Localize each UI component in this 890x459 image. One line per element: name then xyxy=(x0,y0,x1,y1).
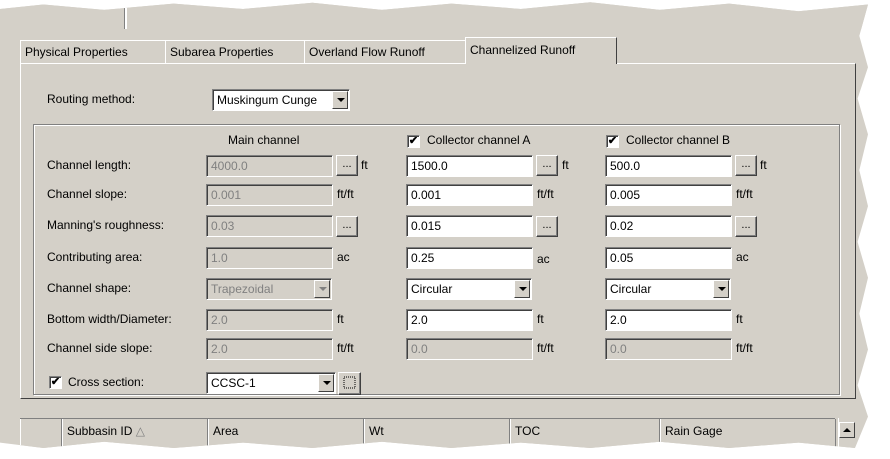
collector-a-shape-value: Circular xyxy=(411,282,453,296)
unit-label: ft xyxy=(736,312,743,326)
tab-label: Overland Flow Runoff xyxy=(309,45,425,59)
collector-b-area-field[interactable]: 0.05 xyxy=(605,247,732,269)
unit-label: ft xyxy=(337,312,344,326)
scroll-up-arrow-icon[interactable] xyxy=(839,422,855,438)
channel-length-label: Channel length: xyxy=(47,158,132,172)
collector-b-side-slope-field[interactable]: 0.0 xyxy=(605,338,732,360)
chevron-down-icon[interactable] xyxy=(318,374,334,392)
main-channel-manning-browse-button[interactable]: ... xyxy=(336,216,358,237)
column-header-rain-gage[interactable]: Rain Gage xyxy=(660,419,836,447)
main-channel-shape-select[interactable]: Trapezoidal xyxy=(206,278,332,300)
routing-method-label: Routing method: xyxy=(47,92,136,106)
unit-label: ft xyxy=(537,312,544,326)
tab-subarea-properties[interactable]: Subarea Properties xyxy=(165,40,305,63)
grid-scrollbar[interactable] xyxy=(838,418,855,448)
side-slope-label: Channel side slope: xyxy=(47,341,153,355)
cross-section-value: CCSC-1 xyxy=(211,376,256,390)
main-channel-length-field[interactable]: 4000.0 xyxy=(206,155,333,177)
row-selector-header xyxy=(20,419,62,447)
column-header-label: Area xyxy=(213,424,239,438)
collector-b-length-field[interactable]: 500.0 xyxy=(605,155,732,177)
collector-a-length-field[interactable]: 1500.0 xyxy=(406,155,533,177)
unit-label: ft/ft xyxy=(537,187,554,201)
chevron-down-icon[interactable] xyxy=(332,91,348,109)
cross-section-editor-button[interactable] xyxy=(338,372,361,395)
chevron-down-icon[interactable] xyxy=(314,280,330,298)
cross-section-checkbox[interactable]: ✔ xyxy=(49,376,62,389)
collector-a-manning-browse-button[interactable]: ... xyxy=(536,216,558,237)
main-channel-header: Main channel xyxy=(228,133,300,147)
main-channel-side-slope-field[interactable]: 2.0 xyxy=(206,338,333,360)
column-header-label: Wt xyxy=(369,424,384,438)
tab-label: Channelized Runoff xyxy=(470,43,576,57)
subbasin-grid-header: Subbasin ID △ Area Wt TOC Rain Gage xyxy=(20,418,836,448)
unit-label: ac xyxy=(736,250,749,264)
channel-shape-label: Channel shape: xyxy=(47,281,132,295)
collector-b-shape-value: Circular xyxy=(610,282,652,296)
unit-label: ft/ft xyxy=(736,187,753,201)
cross-section-label: Cross section: xyxy=(68,375,145,389)
main-channel-width-field[interactable]: 2.0 xyxy=(206,309,333,331)
sort-ascending-icon: △ xyxy=(135,424,145,438)
channel-slope-label: Channel slope: xyxy=(47,187,128,201)
top-strip xyxy=(0,2,868,30)
collector-b-manning-browse-button[interactable]: ... xyxy=(735,216,757,237)
unit-label: ft/ft xyxy=(537,341,554,355)
column-header-toc[interactable]: TOC xyxy=(510,419,660,447)
routing-method-select[interactable]: Muskingum Cunge xyxy=(212,89,350,111)
bottom-width-label: Bottom width/Diameter: xyxy=(47,312,172,326)
chevron-down-icon[interactable] xyxy=(713,280,729,298)
collector-b-slope-field[interactable]: 0.005 xyxy=(605,184,732,206)
unit-label: ac xyxy=(337,250,350,264)
main-channel-area-field[interactable]: 1.0 xyxy=(206,247,333,269)
column-header-wt[interactable]: Wt xyxy=(364,419,510,447)
collector-b-checkbox[interactable]: ✔ xyxy=(606,135,619,148)
collector-a-length-browse-button[interactable]: ... xyxy=(536,155,558,176)
column-header-label: Subbasin ID xyxy=(67,424,133,438)
chevron-down-icon[interactable] xyxy=(514,280,530,298)
column-header-subbasin-id[interactable]: Subbasin ID △ xyxy=(62,419,208,447)
tab-overland-flow-runoff[interactable]: Overland Flow Runoff xyxy=(304,40,466,63)
unit-label: ft/ft xyxy=(337,341,354,355)
collector-b-length-browse-button[interactable]: ... xyxy=(735,155,757,176)
collector-a-manning-field[interactable]: 0.015 xyxy=(406,215,533,237)
tab-label: Subarea Properties xyxy=(170,45,274,59)
collector-a-side-slope-field[interactable]: 0.0 xyxy=(406,338,533,360)
column-header-label: Rain Gage xyxy=(665,424,723,438)
tab-physical-properties[interactable]: Physical Properties xyxy=(20,40,166,63)
main-channel-length-browse-button[interactable]: ... xyxy=(336,155,358,176)
unit-label: ft xyxy=(562,158,569,172)
collector-b-manning-field[interactable]: 0.02 xyxy=(605,215,732,237)
collector-a-header: Collector channel A xyxy=(427,133,531,147)
strip-separator xyxy=(124,3,127,29)
unit-label: ft/ft xyxy=(337,187,354,201)
dotted-box-icon xyxy=(343,376,356,389)
collector-a-area-field[interactable]: 0.25 xyxy=(406,247,533,269)
tab-channelized-runoff[interactable]: Channelized Runoff xyxy=(465,37,617,64)
collector-b-header: Collector channel B xyxy=(626,133,731,147)
main-channel-manning-field[interactable]: 0.03 xyxy=(206,215,333,237)
collector-a-checkbox[interactable]: ✔ xyxy=(407,135,420,148)
unit-label: ft xyxy=(361,158,368,172)
contributing-area-label: Contributing area: xyxy=(47,250,143,264)
cross-section-select[interactable]: CCSC-1 xyxy=(206,372,336,394)
collector-b-width-field[interactable]: 2.0 xyxy=(605,309,732,331)
window-frame: Physical Properties Subarea Properties O… xyxy=(0,2,868,448)
unit-label: ac xyxy=(537,252,550,266)
main-channel-slope-field[interactable]: 0.001 xyxy=(206,184,333,206)
column-header-area[interactable]: Area xyxy=(208,419,364,447)
routing-method-value: Muskingum Cunge xyxy=(217,93,318,107)
tab-label: Physical Properties xyxy=(25,45,128,59)
mannings-roughness-label: Manning's roughness: xyxy=(47,218,165,232)
collector-a-slope-field[interactable]: 0.001 xyxy=(406,184,533,206)
main-channel-shape-value: Trapezoidal xyxy=(211,282,274,296)
unit-label: ft/ft xyxy=(736,341,753,355)
collector-b-shape-select[interactable]: Circular xyxy=(605,278,731,300)
collector-a-width-field[interactable]: 2.0 xyxy=(406,309,533,331)
collector-a-shape-select[interactable]: Circular xyxy=(406,278,532,300)
column-header-label: TOC xyxy=(515,424,541,438)
unit-label: ft xyxy=(760,158,767,172)
